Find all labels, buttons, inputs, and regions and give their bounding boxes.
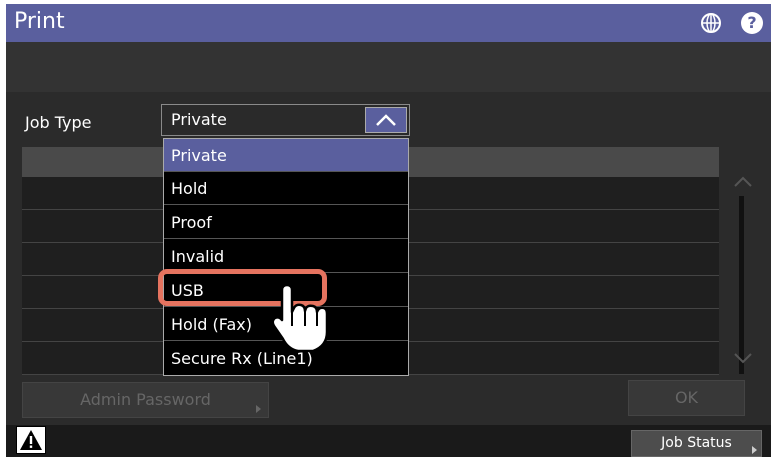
job-type-selected-value: Private [171, 110, 227, 129]
admin-password-button[interactable]: Admin Password [22, 382, 269, 418]
job-type-label: Job Type [25, 113, 92, 132]
chevron-up-icon [376, 114, 396, 126]
scroll-down-icon[interactable] [731, 350, 755, 366]
corner-arrow-icon [752, 446, 757, 454]
info-bar [6, 42, 771, 92]
option-private[interactable]: Private [164, 139, 408, 172]
title-bar: Print ? [6, 4, 771, 42]
option-proof[interactable]: Proof [164, 206, 408, 239]
print-screen: Print ? Job Type Private Admin Password [6, 4, 771, 457]
ok-label: OK [674, 388, 699, 407]
ok-button[interactable]: OK [628, 380, 745, 416]
job-status-label: Job Status [661, 435, 732, 451]
scroll-up-icon[interactable] [731, 174, 755, 190]
job-type-dropdown[interactable]: Private [161, 104, 410, 136]
help-icon[interactable]: ? [741, 12, 763, 34]
job-status-button[interactable]: Job Status [631, 430, 762, 457]
option-hold[interactable]: Hold [164, 172, 408, 205]
warning-icon[interactable] [16, 426, 46, 454]
pointing-hand-icon [271, 284, 328, 353]
page-title: Print [14, 9, 65, 34]
corner-arrow-icon [256, 405, 261, 413]
admin-password-label: Admin Password [80, 390, 211, 409]
scrollbar[interactable] [739, 196, 744, 374]
dropdown-toggle-button[interactable] [365, 107, 407, 133]
globe-icon[interactable] [700, 12, 722, 34]
